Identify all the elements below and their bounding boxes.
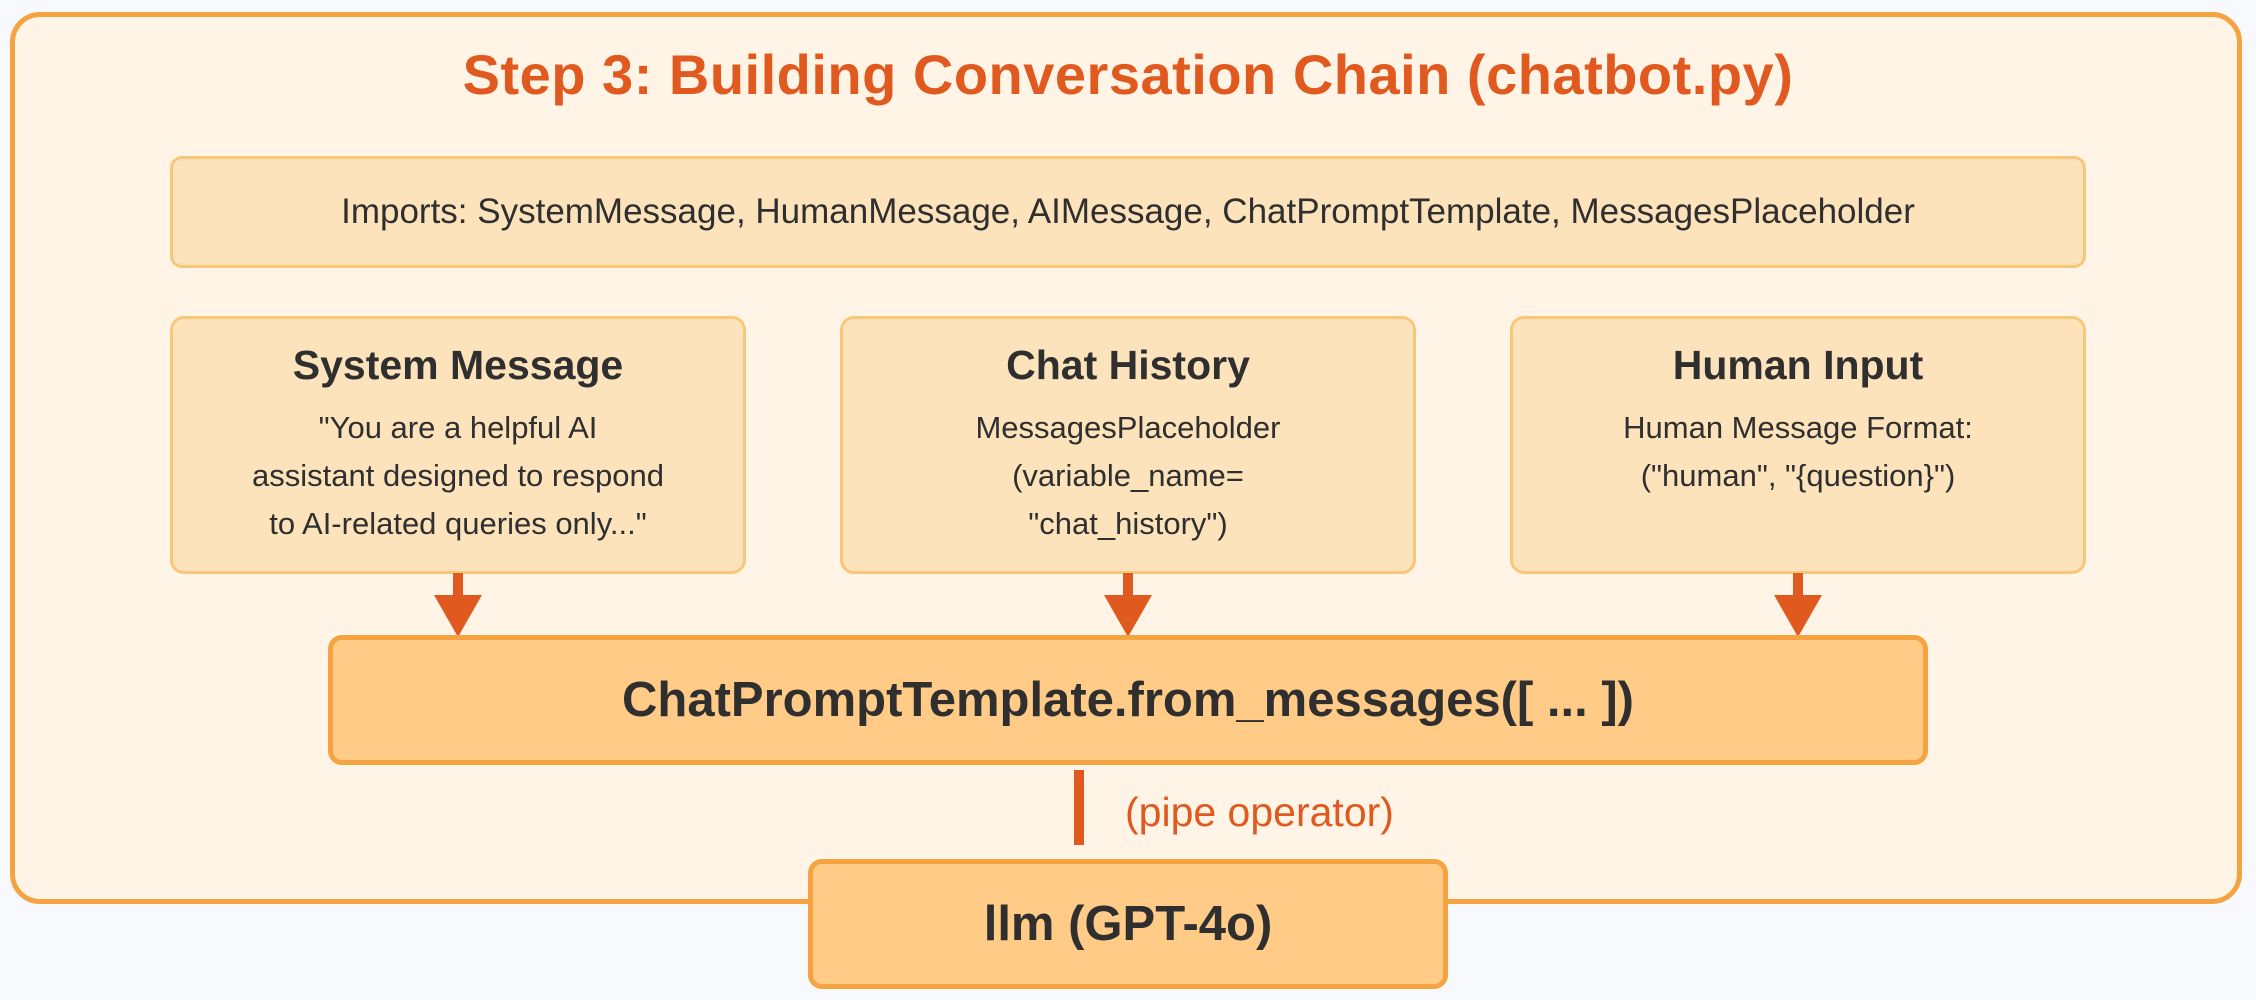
system-message-line: assistant designed to respond [252,458,664,493]
human-input-line: ("human", "{question}") [1640,458,1956,493]
system-message-line: to AI-related queries only..." [269,506,647,541]
system-message-card: System Message "You are a helpful AI ass… [170,316,746,574]
human-input-card: Human Input Human Message Format: ("huma… [1510,316,2086,574]
human-input-line: Human Message Format: [1623,410,1973,445]
down-arrow-icon [1104,573,1152,637]
llm-box: llm (GPT-4o) [808,859,1448,989]
pipe-operator-label: (pipe operator) [1125,789,1394,835]
diagram-title: Step 3: Building Conversation Chain (cha… [462,43,1794,106]
chat-history-body: MessagesPlaceholder (variable_name= "cha… [843,404,1413,548]
down-arrow-icon [434,573,482,637]
human-input-body: Human Message Format: ("human", "{questi… [1513,404,2083,500]
imports-box: Imports: SystemMessage, HumanMessage, AI… [170,156,2086,268]
chat-history-line: MessagesPlaceholder [975,410,1281,445]
system-message-title: System Message [292,342,624,388]
chat-history-title: Chat History [1006,342,1250,388]
chat-history-line: "chat_history") [1028,506,1228,541]
human-input-title: Human Input [1672,342,1924,388]
system-message-body: "You are a helpful AI assistant designed… [173,404,743,548]
chat-history-card: Chat History MessagesPlaceholder (variab… [840,316,1416,574]
system-message-line: "You are a helpful AI [318,410,598,445]
chat-history-line: (variable_name= [1012,458,1244,493]
pipe-connector [1074,770,1084,845]
down-arrow-icon [1774,573,1822,637]
chat-prompt-template-box: ChatPromptTemplate.from_messages([ ... ]… [328,635,1928,765]
